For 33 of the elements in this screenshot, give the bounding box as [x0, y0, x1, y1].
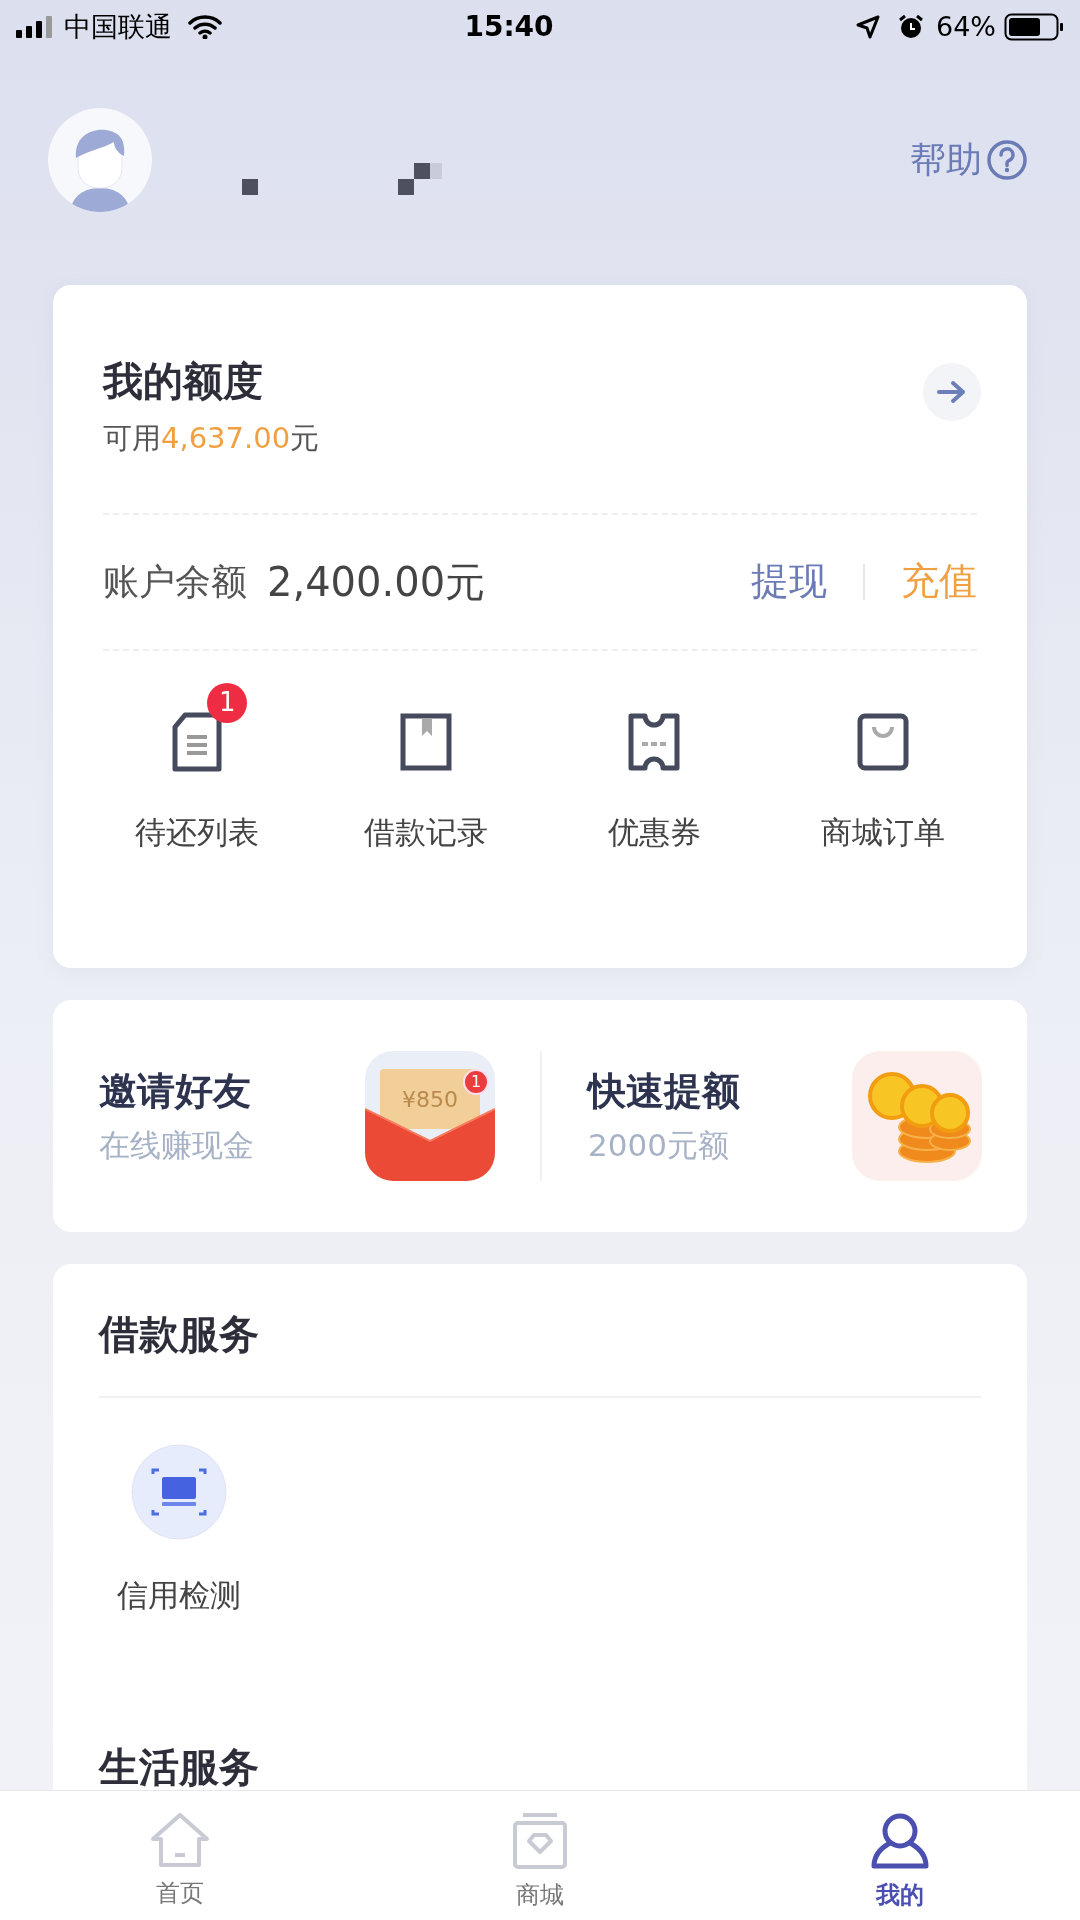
- tab-item[interactable]: 首页: [0, 1791, 360, 1920]
- shortcut-item[interactable]: 优惠券: [607, 710, 701, 855]
- service-item[interactable]: 信用检测: [99, 1444, 259, 1619]
- coin-stack-icon: [852, 1051, 982, 1181]
- person-icon: [869, 1811, 931, 1871]
- envelope-amount: ¥850: [402, 1085, 458, 1114]
- home-icon: [149, 1811, 211, 1869]
- screen-scan-icon: [131, 1444, 227, 1540]
- battery-percent: 64%: [936, 9, 996, 44]
- life-services-title: 生活服务: [99, 1742, 260, 1792]
- shortcut-item[interactable]: 商城订单: [820, 710, 945, 855]
- carrier-name: 中国联通: [64, 9, 172, 44]
- tab-item[interactable]: 商城: [360, 1791, 720, 1920]
- shortcut-item[interactable]: 借款记录: [363, 710, 488, 855]
- question-mark-icon: [986, 139, 1028, 181]
- alarm-clock-icon: [898, 14, 924, 40]
- notification-badge: 1: [207, 682, 248, 723]
- promo-item[interactable]: 邀请好友 在线赚现金 ¥850 1: [53, 1051, 540, 1181]
- withdraw-link[interactable]: 提现: [751, 553, 827, 610]
- credit-title: 我的额度: [103, 357, 264, 406]
- shopping-bag-icon: [511, 1811, 569, 1871]
- location-arrow-icon: [856, 15, 880, 39]
- balance-value: 2,400.00元: [267, 557, 486, 607]
- promo-item[interactable]: 快速提额 2000元额: [542, 1051, 1027, 1181]
- tab-item[interactable]: 我的: [720, 1791, 1080, 1920]
- wifi-icon: [188, 15, 222, 39]
- available-credit: 可用4,637.00元: [103, 420, 321, 457]
- loan-services-title: 借款服务: [99, 1310, 260, 1359]
- avatar-icon: [48, 108, 152, 212]
- right-arrow-icon: [937, 380, 967, 404]
- clock-time: 15:40: [464, 9, 554, 45]
- battery-icon: [1004, 13, 1064, 41]
- balance-label: 账户余额: [103, 559, 247, 604]
